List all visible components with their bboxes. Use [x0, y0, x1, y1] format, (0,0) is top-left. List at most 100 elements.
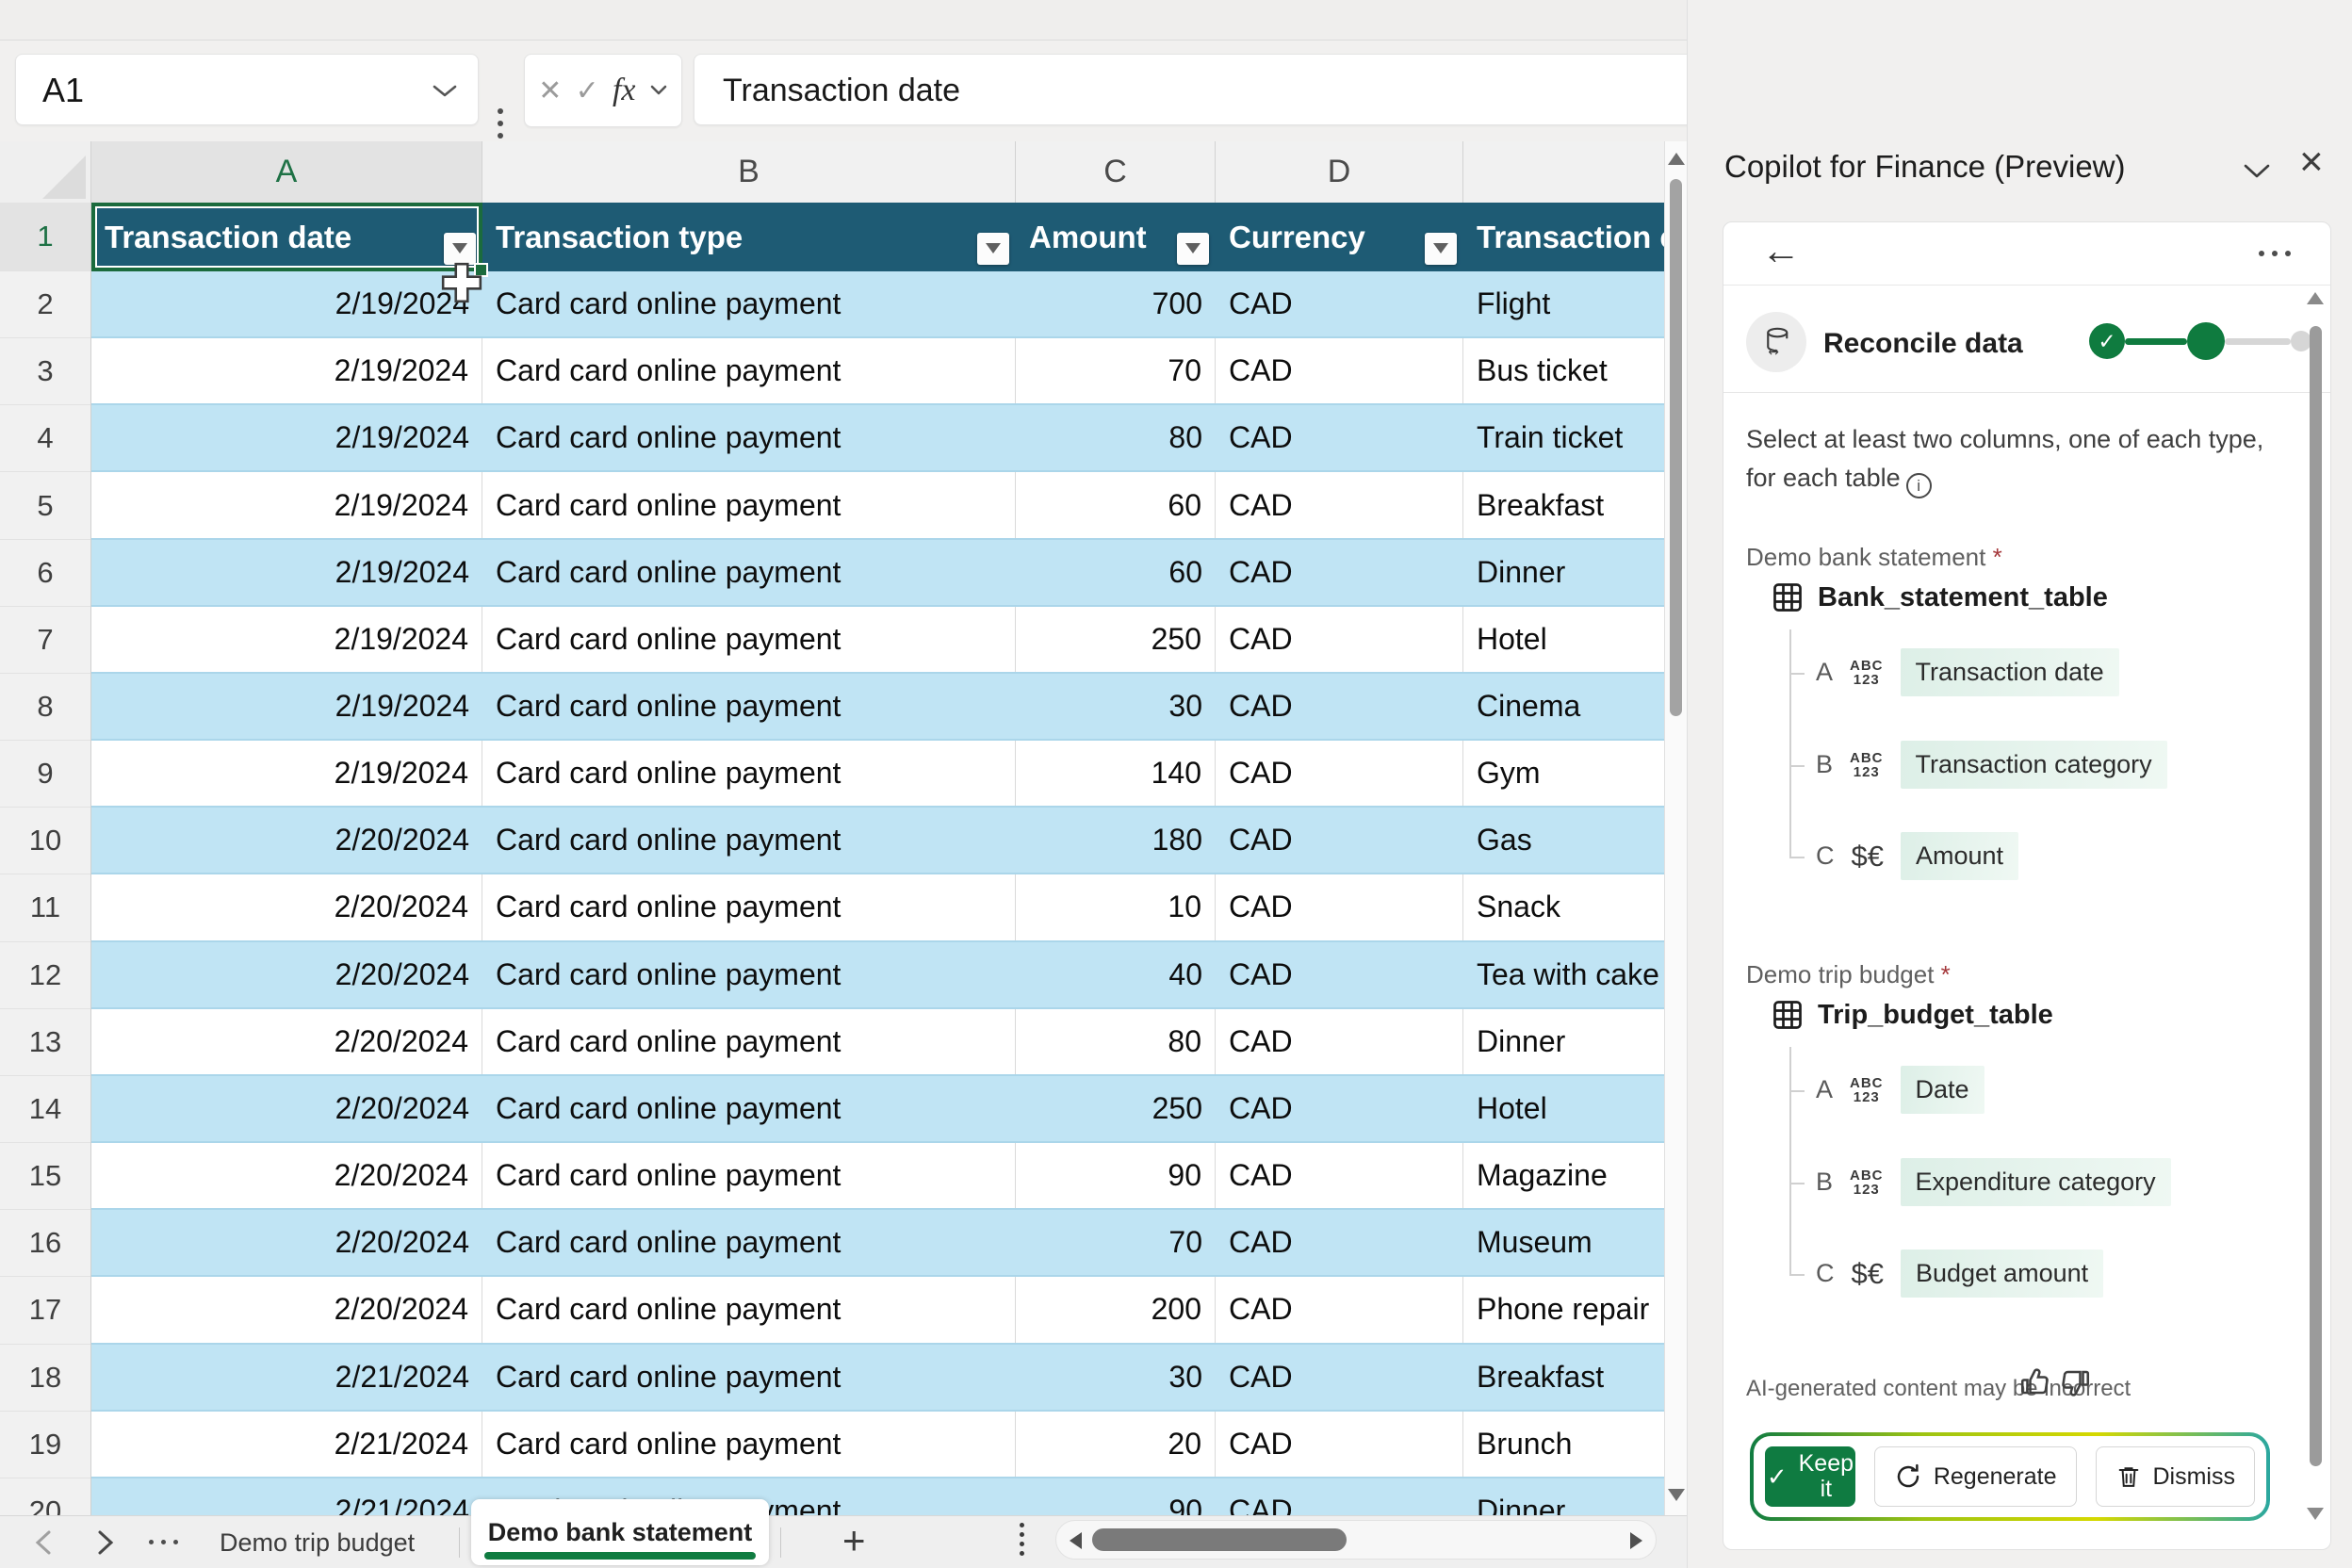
cell-type[interactable]: Card card online payment [482, 540, 1016, 605]
cell-currency[interactable]: CAD [1216, 1143, 1463, 1209]
cell-amount[interactable]: 60 [1016, 540, 1216, 605]
cell-currency[interactable]: CAD [1216, 606, 1463, 672]
table-header-cell[interactable]: Transaction category [1463, 203, 1664, 271]
cell-currency[interactable]: CAD [1216, 1210, 1463, 1275]
row-header-2[interactable]: 2 [0, 271, 90, 339]
filter-button[interactable] [1425, 232, 1457, 265]
column-chip[interactable]: Expenditure category [1900, 1158, 2171, 1206]
cell-date[interactable]: 2/20/2024 [91, 1076, 482, 1141]
cell-category[interactable]: Museum [1463, 1210, 1664, 1275]
cell-type[interactable]: Card card online payment [482, 338, 1016, 404]
add-sheet-icon[interactable]: + [842, 1518, 866, 1563]
panel-close-icon[interactable]: × [2299, 141, 2324, 183]
cell-currency[interactable]: CAD [1216, 338, 1463, 404]
card-more-icon[interactable] [2259, 251, 2291, 256]
all-sheets-icon[interactable] [149, 1540, 178, 1544]
regenerate-button[interactable]: Regenerate [1873, 1446, 2077, 1507]
cell-category[interactable]: Magazine [1463, 1143, 1664, 1208]
scroll-up-icon[interactable] [1668, 153, 1685, 165]
row-header-13[interactable]: 13 [0, 1009, 90, 1076]
row-header-19[interactable]: 19 [0, 1412, 90, 1478]
cell-amount[interactable]: 200 [1016, 1277, 1216, 1343]
keep-it-button[interactable]: ✓ Keep it [1765, 1446, 1855, 1507]
cell-category[interactable]: Dinner [1463, 1009, 1664, 1074]
cell-type[interactable]: Card card online payment [482, 1143, 1016, 1209]
cell-date[interactable]: 2/21/2024 [91, 1411, 482, 1477]
next-sheet-icon[interactable] [94, 1529, 117, 1556]
cell-amount[interactable]: 90 [1016, 1478, 1216, 1515]
sheet-options-icon[interactable] [1020, 1523, 1024, 1556]
cell-currency[interactable]: CAD [1216, 741, 1463, 807]
cell-type[interactable]: Card card online payment [482, 741, 1016, 807]
cell-currency[interactable]: CAD [1216, 1076, 1463, 1141]
table-node[interactable]: Trip_budget_table [1771, 998, 2053, 1032]
cell-date[interactable]: 2/20/2024 [91, 942, 482, 1007]
cell-date[interactable]: 2/19/2024 [91, 271, 482, 336]
cell-date[interactable]: 2/20/2024 [91, 1008, 482, 1074]
table-header-cell[interactable]: Amount [1016, 203, 1216, 271]
row-header-14[interactable]: 14 [0, 1076, 90, 1144]
cell-date[interactable]: 2/19/2024 [91, 741, 482, 807]
row-header-15[interactable]: 15 [0, 1143, 90, 1211]
cell-amount[interactable]: 80 [1016, 405, 1216, 470]
filter-button[interactable] [1177, 232, 1209, 265]
filter-button[interactable] [977, 232, 1009, 265]
row-header-1[interactable]: 1 [0, 203, 90, 271]
cell-amount[interactable]: 40 [1016, 942, 1216, 1007]
row-header-9[interactable]: 9 [0, 741, 90, 808]
thumbs-up-icon[interactable] [2017, 1364, 2051, 1398]
back-icon[interactable]: ← [1761, 228, 1801, 273]
column-header-e[interactable] [1463, 141, 1664, 203]
cell-category[interactable]: Hotel [1463, 1076, 1664, 1141]
table-header-cell[interactable]: Currency [1216, 203, 1463, 271]
cell-date[interactable]: 2/21/2024 [91, 1345, 482, 1410]
cell-type[interactable]: Card card online payment [482, 808, 1016, 873]
table-header-cell[interactable]: Transaction type [482, 203, 1016, 271]
row-header-11[interactable]: 11 [0, 874, 90, 942]
panel-scroll-up-icon[interactable] [2307, 292, 2324, 304]
cell-amount[interactable]: 20 [1016, 1411, 1216, 1477]
row-header-3[interactable]: 3 [0, 338, 90, 406]
cell-category[interactable]: Bus ticket [1463, 338, 1664, 403]
hscroll-thumb[interactable] [1092, 1528, 1347, 1551]
cell-category[interactable]: Gym [1463, 741, 1664, 806]
row-header-10[interactable]: 10 [0, 808, 90, 875]
cell-type[interactable]: Card card online payment [482, 271, 1016, 336]
prev-sheet-icon[interactable] [32, 1529, 55, 1556]
cell-category[interactable]: Snack [1463, 874, 1664, 939]
cell-category[interactable]: Flight [1463, 271, 1664, 336]
cell-amount[interactable]: 60 [1016, 472, 1216, 538]
cell-currency[interactable]: CAD [1216, 271, 1463, 336]
panel-scroll-down-icon[interactable] [2307, 1508, 2324, 1520]
cell-currency[interactable]: CAD [1216, 540, 1463, 605]
cell-currency[interactable]: CAD [1216, 472, 1463, 538]
cell-amount[interactable]: 90 [1016, 1143, 1216, 1209]
name-box-chevron-icon[interactable] [431, 83, 459, 100]
cell-category[interactable]: Tea with cake [1463, 942, 1664, 1007]
cell-amount[interactable]: 70 [1016, 1210, 1216, 1275]
column-header-A[interactable]: A [91, 141, 482, 203]
row-header-18[interactable]: 18 [0, 1345, 90, 1412]
cell-category[interactable]: Cinema [1463, 674, 1664, 739]
column-header-B[interactable]: B [482, 141, 1016, 203]
cell-type[interactable]: Card card online payment [482, 1345, 1016, 1410]
cell-category[interactable]: Gas [1463, 808, 1664, 873]
select-all-corner[interactable] [0, 141, 91, 203]
cell-date[interactable]: 2/19/2024 [91, 338, 482, 404]
column-chip[interactable]: Amount [1900, 832, 2019, 880]
cell-date[interactable]: 2/19/2024 [91, 674, 482, 739]
column-header-C[interactable]: C [1016, 141, 1216, 203]
cell-type[interactable]: Card card online payment [482, 1277, 1016, 1343]
cancel-formula-icon[interactable]: ✕ [538, 74, 562, 107]
cell-date[interactable]: 2/21/2024 [91, 1478, 482, 1515]
cell-currency[interactable]: CAD [1216, 808, 1463, 873]
horizontal-scrollbar[interactable] [1055, 1520, 1657, 1560]
cell-type[interactable]: Card card online payment [482, 1008, 1016, 1074]
cell-type[interactable]: Card card online payment [482, 606, 1016, 672]
table-node[interactable]: Bank_statement_table [1771, 580, 2108, 614]
cell-type[interactable]: Card card online payment [482, 942, 1016, 1007]
cell-date[interactable]: 2/20/2024 [91, 1277, 482, 1343]
sheet-tab-bank-statement[interactable]: Demo bank statement [471, 1499, 769, 1565]
thumbs-down-icon[interactable] [2059, 1366, 2093, 1400]
cell-type[interactable]: Card card online payment [482, 874, 1016, 940]
